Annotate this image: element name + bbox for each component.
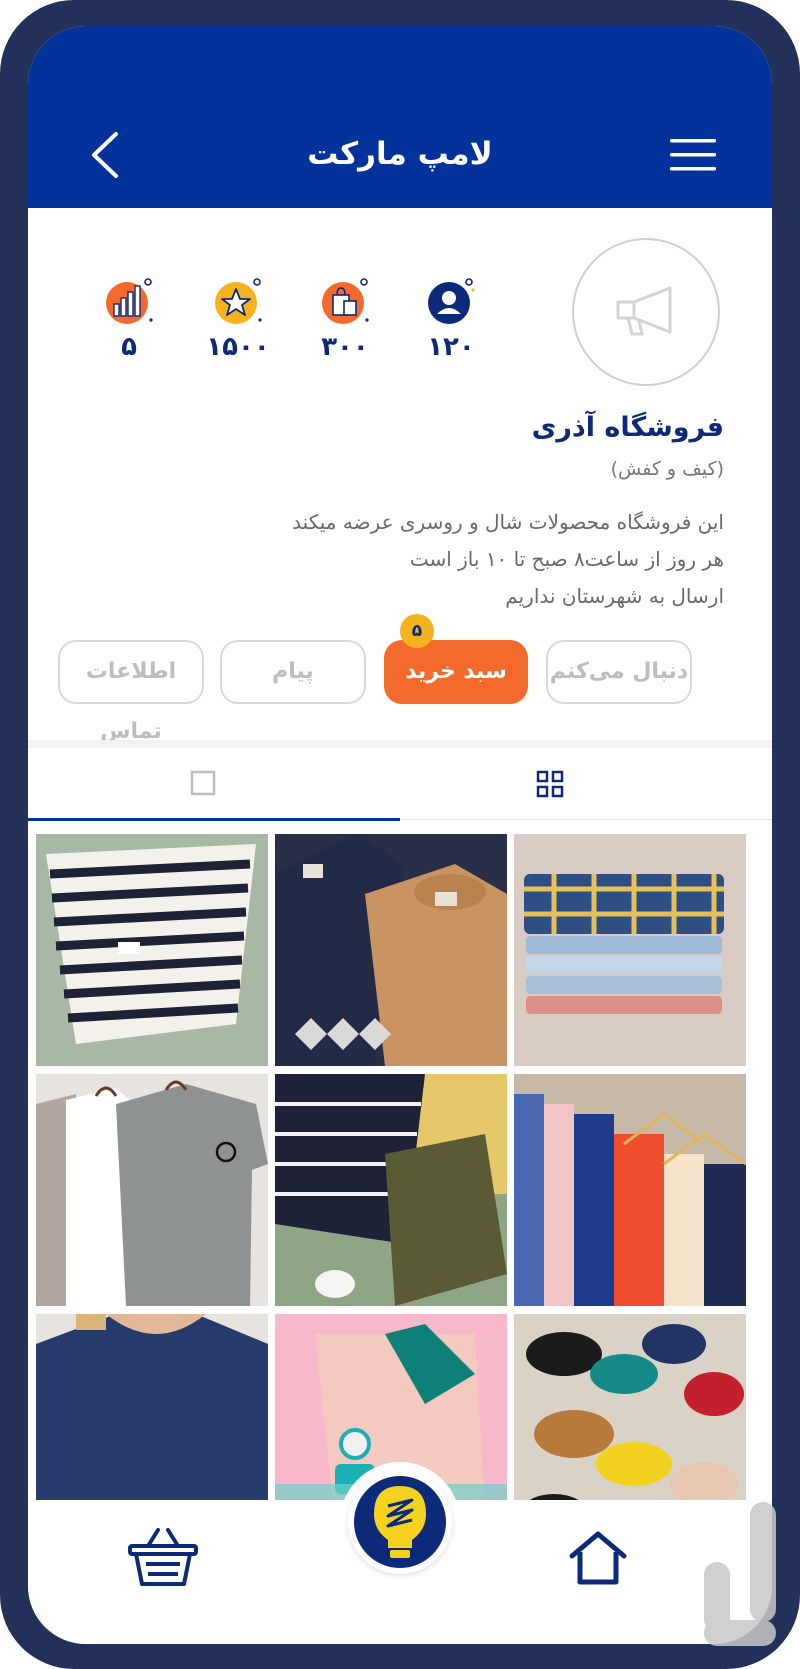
sweaters-photo [275,834,507,1066]
product-polo-shorts[interactable] [275,1074,507,1306]
stat-products-value: ۳۰۰ [321,332,369,362]
stat-sales-value: ۵ [121,332,137,362]
section-divider [28,740,772,748]
followers-icon [428,278,475,324]
tab-separator [400,819,772,820]
product-striped-tee[interactable] [36,834,268,1066]
product-plaid-shirts[interactable] [514,834,746,1066]
gray-tshirts-photo [36,1074,268,1306]
stat-followers[interactable]: ۱۲۰ [411,276,491,362]
cart-button[interactable]: سبد خرید [384,640,528,704]
store-watermark-logo [690,1502,790,1666]
striped-tee-photo [36,834,268,1066]
product-hanging-clothes[interactable] [514,1074,746,1306]
description-line: ارسال به شهرستان نداریم [505,584,724,608]
shop-avatar[interactable] [572,238,720,386]
contact-info-button[interactable]: اطلاعات تماس [58,640,204,744]
active-tab-indicator [28,818,400,821]
grid-view-icon [536,770,564,798]
stat-sales[interactable]: ۵ [89,276,169,362]
product-sweaters[interactable] [275,834,507,1066]
description-line: هر روز از ساعت۸ صبح تا ۱۰ باز است [409,547,724,571]
shopping-basket-icon [128,1528,198,1586]
hanging-clothes-photo [514,1074,746,1306]
stat-followers-value: ۱۲۰ [427,332,475,362]
megaphone-icon [616,286,672,336]
hamburger-menu-icon[interactable] [670,138,716,172]
polo-shorts-photo [275,1074,507,1306]
lamp-logo-icon [354,1476,446,1568]
stat-products[interactable]: ۳۰۰ [305,276,385,362]
message-button[interactable]: پیام [220,640,366,704]
home-icon [569,1531,627,1585]
tab-grid-view[interactable] [400,750,772,820]
follow-button[interactable]: دنبال می‌کنم [546,640,692,704]
stat-rating-value: ۱۵۰۰ [206,332,270,362]
shop-category: (کیف و کفش) [610,458,724,480]
home-button[interactable] [568,1530,628,1590]
stat-rating[interactable]: ۱۵۰۰ [198,276,278,362]
bar-chart-icon [106,278,153,324]
plaid-shirts-photo [514,834,746,1066]
app-bar: لامپ مارکت [28,26,772,208]
shop-name: فروشگاه آذری [531,412,724,443]
lamp-logo-button[interactable] [348,1470,452,1574]
cart-count-badge: ۵ [400,614,434,648]
single-view-icon [190,770,216,796]
shop-description: این فروشگاه محصولات شال و روسری عرضه میک… [164,504,724,615]
product-gray-tshirts[interactable] [36,1074,268,1306]
shopping-bag-icon [322,278,369,324]
star-rating-icon [215,278,262,324]
basket-button[interactable] [128,1526,198,1592]
page-title: لامپ مارکت [307,136,493,172]
description-line: این فروشگاه محصولات شال و روسری عرضه میک… [292,510,724,534]
app-screen: لامپ مارکت ۱۲۰ ۳۰۰ ۱۵۰۰ ۵ فروشگاه آذری (… [28,26,772,1644]
tab-single-view[interactable] [28,750,400,820]
